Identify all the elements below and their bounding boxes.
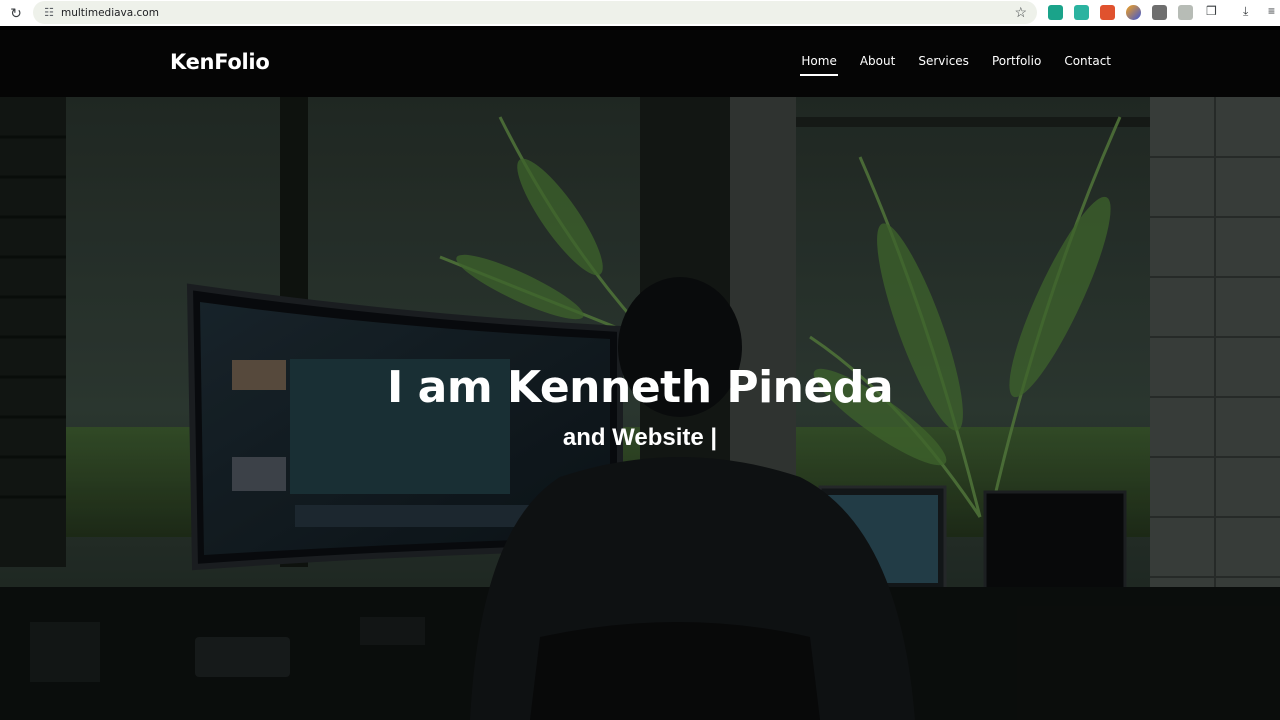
- bookmark-star-icon[interactable]: ☆: [1014, 4, 1027, 21]
- hero-typed-subtitle: and Website |: [562, 424, 718, 451]
- nav-portfolio[interactable]: Portfolio: [992, 54, 1041, 76]
- url-text: multimediava.com: [61, 6, 159, 19]
- main-nav: Home About Services Portfolio Contact: [778, 54, 1111, 76]
- extensions-puzzle-icon[interactable]: ❒: [1206, 4, 1217, 18]
- extension-image-icon[interactable]: [1178, 5, 1193, 20]
- browser-toolbar: ↻ ☷ multimediava.com ☆ ❒ ⤓ ≡: [0, 0, 1280, 26]
- extension-map-icon[interactable]: [1074, 5, 1089, 20]
- address-bar[interactable]: ☷ multimediava.com ☆: [33, 1, 1037, 24]
- extension-red-icon[interactable]: [1100, 5, 1115, 20]
- extension-green-icon[interactable]: [1048, 5, 1063, 20]
- extension-grey-icon[interactable]: [1152, 5, 1167, 20]
- hero-title: I am Kenneth Pineda: [386, 362, 894, 413]
- site-header: KenFolio Home About Services Portfolio C…: [0, 30, 1280, 97]
- download-icon[interactable]: ⤓: [1243, 4, 1248, 19]
- nav-contact[interactable]: Contact: [1064, 54, 1111, 76]
- site-settings-icon[interactable]: ☷: [37, 6, 61, 19]
- tab-search-icon[interactable]: ≡: [1268, 4, 1275, 18]
- hero-section: I am Kenneth Pineda and Website |: [0, 97, 1280, 720]
- reload-icon[interactable]: ↻: [0, 0, 32, 26]
- extension-circle-icon[interactable]: [1126, 5, 1141, 20]
- nav-home[interactable]: Home: [800, 54, 839, 76]
- nav-about[interactable]: About: [860, 54, 895, 76]
- site-logo[interactable]: KenFolio: [170, 50, 270, 74]
- nav-services[interactable]: Services: [918, 54, 969, 76]
